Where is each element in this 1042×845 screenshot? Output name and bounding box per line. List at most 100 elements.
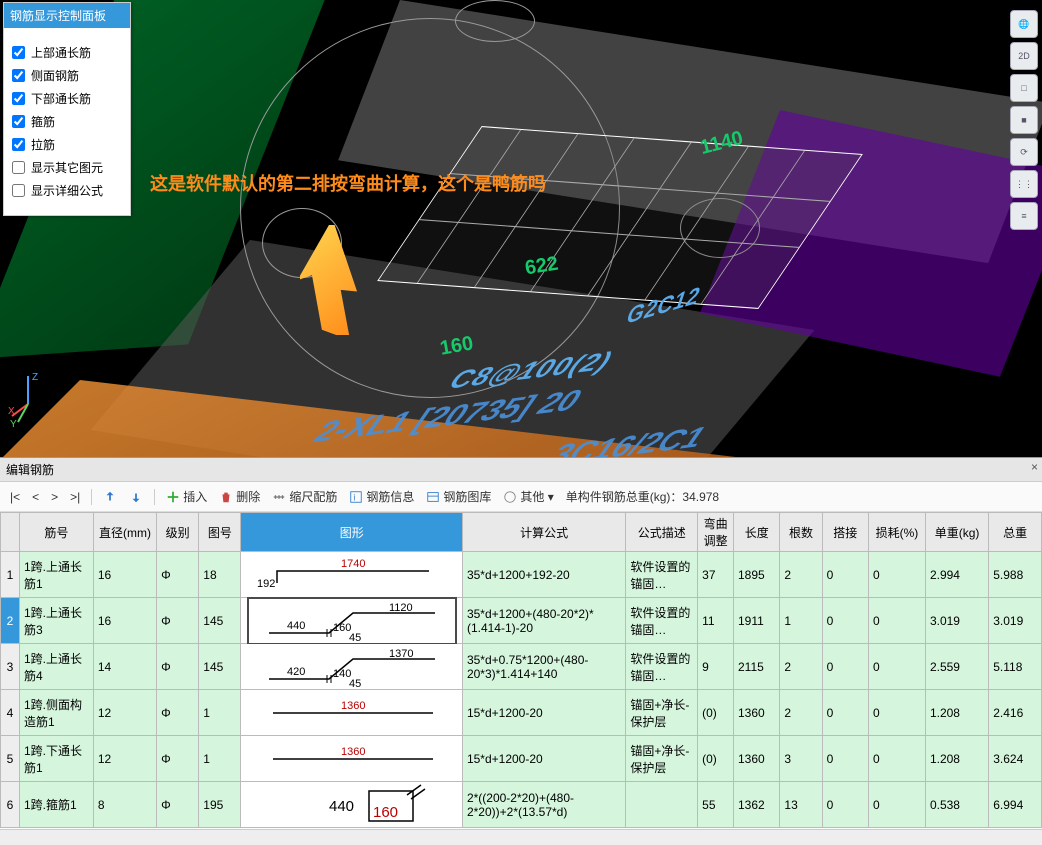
cell[interactable]: 8: [93, 782, 156, 828]
scale-button[interactable]: 缩尺配筋: [268, 486, 341, 507]
check-4[interactable]: 拉筋: [12, 136, 122, 153]
col-header[interactable]: 弯曲调整: [698, 513, 734, 552]
cell[interactable]: 16: [93, 598, 156, 644]
nav-first[interactable]: |<: [6, 488, 24, 506]
cell[interactable]: 0: [822, 598, 868, 644]
cell[interactable]: (0): [698, 736, 734, 782]
check-2[interactable]: 下部通长筋: [12, 90, 122, 107]
orbit-icon[interactable]: 🌐: [1010, 10, 1038, 38]
col-header[interactable]: 长度: [734, 513, 780, 552]
table-row[interactable]: 41跨.侧面构造筋112Φ1136015*d+1200-20锚固+净长-保护层(…: [1, 690, 1042, 736]
cell[interactable]: 1360: [241, 690, 462, 736]
col-header[interactable]: 级别: [157, 513, 199, 552]
cell[interactable]: 3.019: [925, 598, 988, 644]
cell[interactable]: 14: [93, 644, 156, 690]
cell[interactable]: 0.538: [925, 782, 988, 828]
cell[interactable]: 2: [780, 690, 822, 736]
cell[interactable]: 1跨.上通长筋1: [19, 552, 93, 598]
nav-last[interactable]: >|: [66, 488, 84, 506]
cell[interactable]: 1921740: [241, 552, 462, 598]
col-header[interactable]: 直径(mm): [93, 513, 156, 552]
cell[interactable]: 12: [93, 690, 156, 736]
rotate-icon[interactable]: ⟳: [1010, 138, 1038, 166]
cell[interactable]: 1.208: [925, 736, 988, 782]
col-header[interactable]: 筋号: [19, 513, 93, 552]
cell[interactable]: 1跨.下通长筋1: [19, 736, 93, 782]
col-header[interactable]: 损耗(%): [869, 513, 926, 552]
checkbox[interactable]: [12, 46, 25, 59]
cell[interactable]: 锚固+净长-保护层: [626, 736, 698, 782]
checkbox[interactable]: [12, 184, 25, 197]
checkbox[interactable]: [12, 161, 25, 174]
col-header[interactable]: 总重: [989, 513, 1042, 552]
close-icon[interactable]: ×: [1031, 460, 1038, 474]
cell[interactable]: 35*d+1200+(480-20*2)*(1.414-1)-20: [462, 598, 625, 644]
cell[interactable]: 1911: [734, 598, 780, 644]
cell[interactable]: 2*((200-2*20)+(480-2*20))+2*(13.57*d): [462, 782, 625, 828]
cell[interactable]: 1跨.上通长筋3: [19, 598, 93, 644]
cell[interactable]: 1跨.上通长筋4: [19, 644, 93, 690]
cell[interactable]: 1: [1, 552, 20, 598]
checkbox[interactable]: [12, 138, 25, 151]
tool-b-icon[interactable]: ≡: [1010, 202, 1038, 230]
cell[interactable]: 35*d+0.75*1200+(480-20*3)*1.414+140: [462, 644, 625, 690]
cell[interactable]: 3.624: [989, 736, 1042, 782]
cell[interactable]: 2: [780, 644, 822, 690]
cell[interactable]: 1360: [734, 690, 780, 736]
cell[interactable]: (0): [698, 690, 734, 736]
cell[interactable]: Φ: [157, 736, 199, 782]
cell[interactable]: 1: [780, 598, 822, 644]
cell[interactable]: 1360: [241, 736, 462, 782]
cell[interactable]: 0: [822, 782, 868, 828]
col-header[interactable]: 计算公式: [462, 513, 625, 552]
cell[interactable]: 1360: [734, 736, 780, 782]
cell[interactable]: 0: [822, 644, 868, 690]
cell[interactable]: 软件设置的锚固…: [626, 644, 698, 690]
cell[interactable]: 195: [199, 782, 241, 828]
check-1[interactable]: 侧面钢筋: [12, 67, 122, 84]
cell[interactable]: 0: [869, 690, 926, 736]
checkbox[interactable]: [12, 69, 25, 82]
cell[interactable]: 12: [93, 736, 156, 782]
cell[interactable]: 6.994: [989, 782, 1042, 828]
nav-prev[interactable]: <: [28, 488, 43, 506]
cell[interactable]: 16: [93, 552, 156, 598]
cell[interactable]: Φ: [157, 644, 199, 690]
cell[interactable]: 37: [698, 552, 734, 598]
library-button[interactable]: 钢筋图库: [422, 486, 495, 507]
cell[interactable]: 5.988: [989, 552, 1042, 598]
cell[interactable]: 1: [199, 736, 241, 782]
checkbox[interactable]: [12, 92, 25, 105]
cell[interactable]: 锚固+净长-保护层: [626, 690, 698, 736]
cell[interactable]: 2: [1, 598, 20, 644]
col-header[interactable]: 公式描述: [626, 513, 698, 552]
table-row[interactable]: 21跨.上通长筋316Φ14544016045112035*d+1200+(48…: [1, 598, 1042, 644]
cell[interactable]: 0: [869, 552, 926, 598]
cell[interactable]: 0: [869, 644, 926, 690]
cell[interactable]: 1跨.侧面构造筋1: [19, 690, 93, 736]
tool-a-icon[interactable]: ⋮⋮: [1010, 170, 1038, 198]
cell[interactable]: 3.019: [989, 598, 1042, 644]
cell[interactable]: 1跨.箍筋1: [19, 782, 93, 828]
check-3[interactable]: 箍筋: [12, 113, 122, 130]
cell[interactable]: Φ: [157, 690, 199, 736]
viewport-3d[interactable]: 1140 622 160 C8@100(2) G2C12 2-XL1 [2073…: [0, 0, 1042, 457]
cell[interactable]: 软件设置的锚固…: [626, 598, 698, 644]
cell[interactable]: 0: [869, 736, 926, 782]
cell[interactable]: 2.994: [925, 552, 988, 598]
cell[interactable]: 35*d+1200+192-20: [462, 552, 625, 598]
delete-button[interactable]: 删除: [215, 486, 264, 507]
check-6[interactable]: 显示详细公式: [12, 182, 122, 199]
col-header[interactable]: [1, 513, 20, 552]
cell[interactable]: 13: [780, 782, 822, 828]
rebar-grid[interactable]: 筋号直径(mm)级别图号图形计算公式公式描述弯曲调整长度根数搭接损耗(%)单重(…: [0, 512, 1042, 829]
info-button[interactable]: i钢筋信息: [345, 486, 418, 507]
export-up-icon[interactable]: [99, 488, 121, 506]
check-5[interactable]: 显示其它图元: [12, 159, 122, 176]
cell[interactable]: 0: [869, 598, 926, 644]
import-down-icon[interactable]: [125, 488, 147, 506]
cell[interactable]: 5.118: [989, 644, 1042, 690]
check-0[interactable]: 上部通长筋: [12, 44, 122, 61]
table-row[interactable]: 11跨.上通长筋116Φ18192174035*d+1200+192-20软件设…: [1, 552, 1042, 598]
cell[interactable]: 2.559: [925, 644, 988, 690]
